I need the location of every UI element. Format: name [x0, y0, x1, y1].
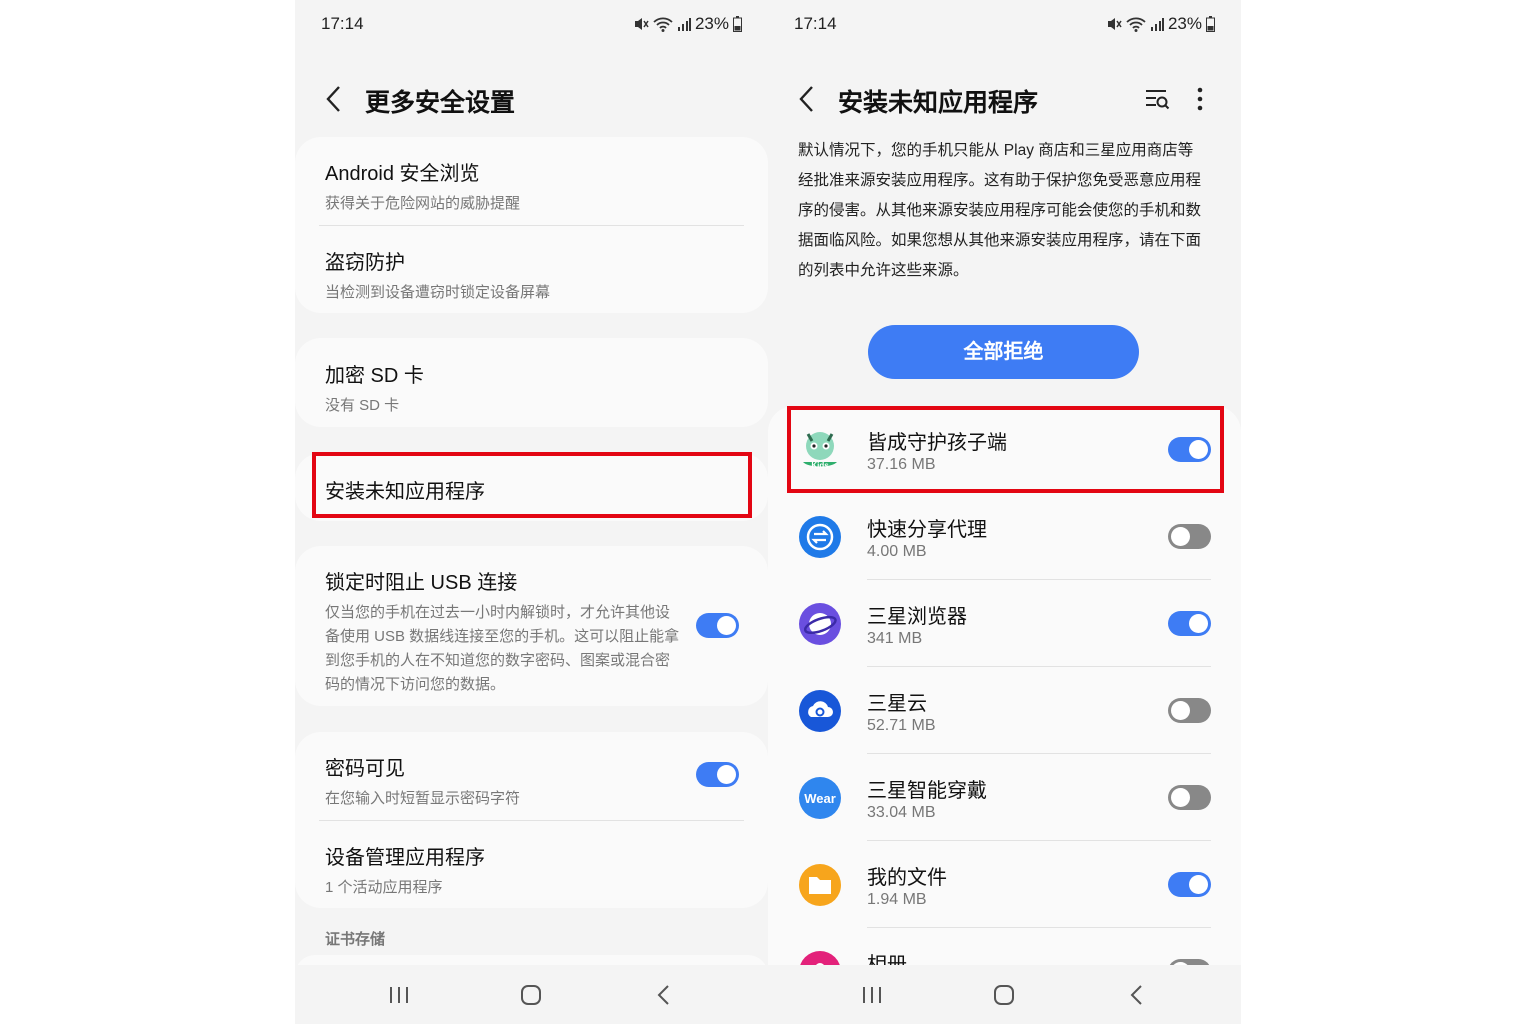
recents-icon[interactable] — [385, 981, 413, 1009]
navigation-bar — [768, 965, 1241, 1024]
battery-icon — [1206, 16, 1215, 32]
toggle-knob — [1171, 701, 1190, 720]
wifi-icon — [1126, 17, 1146, 32]
app-name: 三星智能穿戴 — [867, 780, 987, 802]
setting-safe-browsing[interactable]: Android 安全浏览 获得关于危险网站的威胁提醒 — [325, 157, 738, 213]
recents-icon[interactable] — [858, 981, 886, 1009]
setting-subtitle: 在您输入时短暂显示密码字符 — [325, 790, 521, 807]
show-password-toggle[interactable] — [696, 762, 739, 787]
page-header: 更多安全设置 — [295, 80, 768, 120]
setting-show-password[interactable]: 密码可见 在您输入时短暂显示密码字符 — [325, 752, 738, 808]
setting-description: 仅当您的手机在过去一小时内解锁时，才允许其他设备使用 USB 数据线连接至您的手… — [325, 604, 680, 693]
nav-back-icon[interactable] — [651, 981, 679, 1009]
app-toggle[interactable] — [1168, 698, 1211, 723]
signal-icon — [1150, 18, 1164, 31]
page-title: 安装未知应用程序 — [838, 89, 1039, 117]
setting-device-admin[interactable]: 设备管理应用程序 1 个活动应用程序 — [325, 841, 738, 897]
app-toggle[interactable] — [1168, 785, 1211, 810]
setting-subtitle: 获得关于危险网站的威胁提醒 — [325, 195, 521, 212]
toggle-knob — [1171, 527, 1190, 546]
usb-block-toggle[interactable] — [696, 613, 739, 638]
navigation-bar — [295, 965, 768, 1024]
signal-icon — [677, 18, 691, 31]
app-name: 快速分享代理 — [867, 519, 987, 541]
divider — [319, 820, 744, 821]
setting-title: 加密 SD 卡 — [325, 365, 424, 387]
my-files-icon — [799, 864, 841, 906]
samsung-cloud-icon — [799, 690, 841, 732]
app-row-my-files[interactable]: 我的文件 1.94 MB — [768, 841, 1241, 928]
app-size: 4.00 MB — [867, 543, 927, 560]
setting-title: 锁定时阻止 USB 连接 — [325, 572, 518, 594]
toggle-knob — [717, 765, 736, 784]
setting-title: 盗窃防护 — [325, 252, 405, 274]
setting-title: Android 安全浏览 — [325, 163, 480, 185]
home-icon[interactable] — [990, 981, 1018, 1009]
highlight-box-install-unknown — [312, 452, 752, 518]
right-phone-screen: 17:14 23% 安装未知应用程序 默认情况下，您的手机只能从 Play 商店… — [768, 0, 1241, 1024]
battery-icon — [733, 16, 742, 32]
status-bar: 17:14 23% — [321, 14, 742, 36]
app-size: 341 MB — [867, 630, 923, 647]
setting-subtitle: 当检测到设备遭窃时锁定设备屏幕 — [325, 284, 551, 301]
toggle-knob — [1189, 875, 1208, 894]
back-arrow-icon[interactable] — [796, 84, 818, 114]
settings-card-sd: 加密 SD 卡 没有 SD 卡 — [295, 338, 768, 427]
battery-percent: 23% — [694, 14, 729, 33]
app-row-quick-share[interactable]: 快速分享代理 4.00 MB — [768, 493, 1241, 580]
app-row-samsung-cloud[interactable]: 三星云 52.71 MB — [768, 667, 1241, 754]
reject-all-button[interactable]: 全部拒绝 — [868, 325, 1139, 379]
back-arrow-icon[interactable] — [323, 84, 345, 114]
page-header: 安装未知应用程序 — [768, 80, 1241, 120]
app-toggle[interactable] — [1168, 611, 1211, 636]
app-toggle[interactable] — [1168, 872, 1211, 897]
mute-icon — [634, 18, 649, 30]
home-icon[interactable] — [517, 981, 545, 1009]
page-title: 更多安全设置 — [365, 89, 516, 117]
app-list-card: Kids 皆成守护孩子端 37.16 MB 快速分享代理 4.00 MB 三星浏… — [768, 406, 1241, 1006]
toggle-knob — [717, 616, 736, 635]
setting-subtitle: 没有 SD 卡 — [325, 397, 400, 414]
app-toggle[interactable] — [1168, 524, 1211, 549]
search-list-icon[interactable] — [1144, 86, 1170, 112]
wear-icon-text: Wear — [804, 791, 836, 806]
status-icons: 23% — [633, 14, 742, 34]
setting-block-usb[interactable]: 锁定时阻止 USB 连接 仅当您的手机在过去一小时内解锁时，才允许其他设备使用 … — [325, 566, 738, 697]
settings-card-usb: 锁定时阻止 USB 连接 仅当您的手机在过去一小时内解锁时，才允许其他设备使用 … — [295, 546, 768, 706]
page-description: 默认情况下，您的手机只能从 Play 商店和三星应用商店等经批准来源安装应用程序… — [798, 142, 1202, 279]
app-size: 52.71 MB — [867, 717, 936, 734]
status-time: 17:14 — [794, 14, 837, 33]
setting-subtitle: 1 个活动应用程序 — [325, 879, 443, 896]
divider — [319, 225, 744, 226]
app-row-samsung-internet[interactable]: 三星浏览器 341 MB — [768, 580, 1241, 667]
app-name: 我的文件 — [867, 867, 947, 889]
toggle-knob — [1171, 788, 1190, 807]
battery-percent: 23% — [1167, 14, 1202, 33]
settings-card-browsing: Android 安全浏览 获得关于危险网站的威胁提醒 盗窃防护 当检测到设备遭窃… — [295, 137, 768, 313]
app-row-galaxy-wearable[interactable]: Wear 三星智能穿戴 33.04 MB — [768, 754, 1241, 841]
settings-card-password: 密码可见 在您输入时短暂显示密码字符 设备管理应用程序 1 个活动应用程序 — [295, 732, 768, 908]
nav-back-icon[interactable] — [1124, 981, 1152, 1009]
section-label-certificates: 证书存储 — [325, 931, 386, 948]
galaxy-wearable-icon: Wear — [799, 777, 841, 819]
samsung-internet-icon — [799, 603, 841, 645]
setting-encrypt-sd[interactable]: 加密 SD 卡 没有 SD 卡 — [325, 359, 738, 415]
status-icons: 23% — [1106, 14, 1215, 34]
setting-title: 设备管理应用程序 — [325, 847, 485, 869]
app-size: 33.04 MB — [867, 804, 936, 821]
toggle-knob — [1189, 614, 1208, 633]
quick-share-icon — [799, 516, 841, 558]
wifi-icon — [653, 17, 673, 32]
highlight-box-kids-guard — [787, 406, 1224, 493]
status-bar: 17:14 23% — [794, 14, 1215, 36]
app-size: 1.94 MB — [867, 891, 927, 908]
status-time: 17:14 — [321, 14, 364, 33]
setting-theft-protection[interactable]: 盗窃防护 当检测到设备遭窃时锁定设备屏幕 — [325, 246, 738, 302]
app-name: 三星浏览器 — [867, 606, 967, 628]
app-name: 三星云 — [867, 693, 927, 715]
setting-title: 密码可见 — [325, 758, 405, 780]
mute-icon — [1107, 18, 1122, 30]
more-options-icon[interactable] — [1196, 86, 1204, 112]
